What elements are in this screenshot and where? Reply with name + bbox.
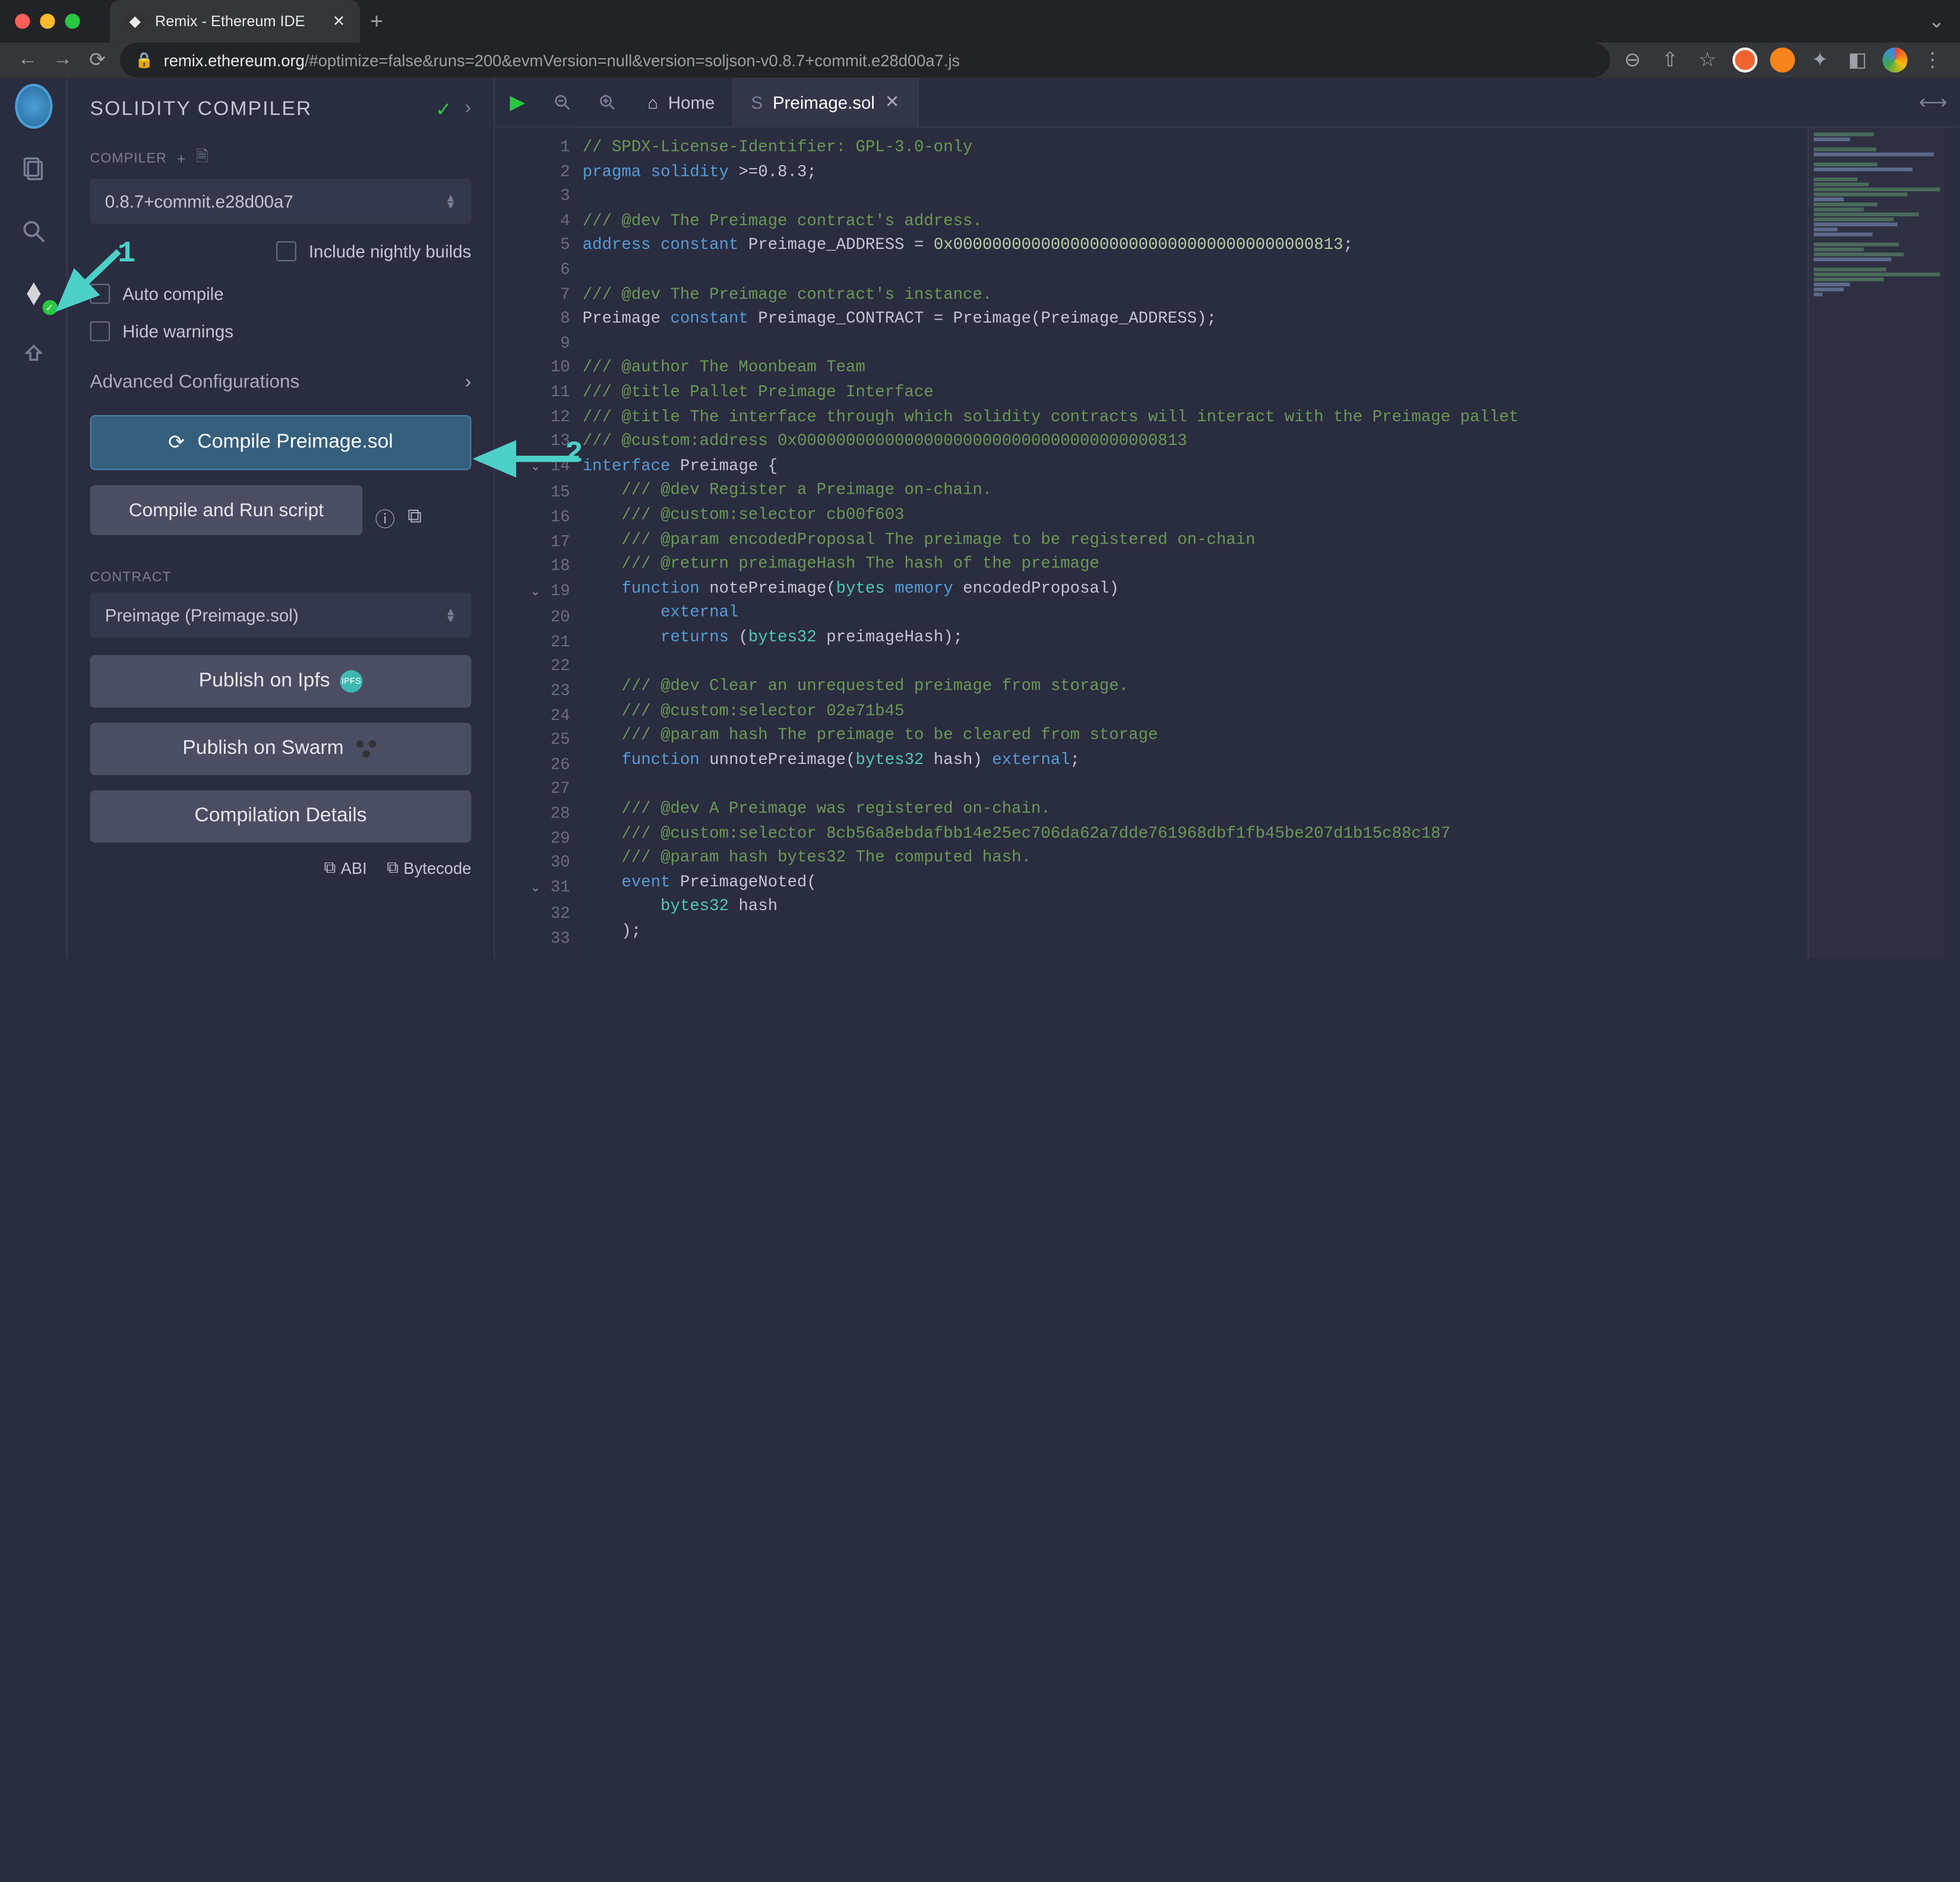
copy-icon: ⧉: [324, 858, 336, 878]
deploy-icon[interactable]: [14, 337, 52, 375]
chevron-right-icon: ›: [465, 371, 472, 393]
close-window-icon[interactable]: [15, 14, 30, 29]
panel-menu-icon[interactable]: ›: [464, 97, 471, 122]
contract-selected-value: Preimage (Preimage.sol): [105, 605, 299, 626]
url-bar[interactable]: 🔒 remix.ethereum.org/#optimize=false&run…: [120, 43, 1610, 78]
refresh-icon: ⟳: [168, 430, 185, 455]
minimize-window-icon[interactable]: [40, 14, 55, 29]
info-icon[interactable]: ⓘ: [375, 503, 395, 533]
new-tab-button[interactable]: +: [370, 8, 383, 34]
zoom-in-icon[interactable]: [585, 80, 630, 125]
tabs-dropdown-icon[interactable]: ⌄: [1929, 9, 1945, 34]
compiler-panel: SOLIDITY COMPILER ✓ › COMPILER + 🗎 0.8.7…: [68, 77, 495, 958]
remix-logo-icon[interactable]: [14, 87, 52, 125]
compilation-details-button[interactable]: Compilation Details: [90, 790, 472, 842]
advanced-configurations-toggle[interactable]: Advanced Configurations ›: [90, 371, 472, 393]
select-caret-icon: ▲▼: [445, 194, 456, 209]
file-explorer-icon[interactable]: [14, 150, 52, 188]
zoom-icon[interactable]: ⊖: [1620, 48, 1645, 72]
solidity-compiler-icon[interactable]: ✓: [14, 275, 52, 312]
code-editor[interactable]: // SPDX-License-Identifier: GPL-3.0-only…: [583, 128, 1808, 959]
editor-area: ▶ ⌂ Home S Preimage.sol ✕ ⟷: [495, 77, 1960, 958]
checkbox-icon: [276, 241, 296, 261]
annotation-marker-2: 2: [565, 438, 583, 472]
compile-success-badge-icon: ✓: [42, 300, 57, 315]
abi-link[interactable]: ⧉ABI: [324, 858, 367, 878]
line-gutter: 1 2 3 4 5 6 7 8 9 10 11 12 13⌄ 14 15 16 …: [495, 128, 582, 959]
close-tab-icon[interactable]: ✕: [885, 91, 900, 113]
include-nightly-checkbox[interactable]: Include nightly builds: [90, 241, 472, 261]
remix-favicon-icon: ◆: [125, 11, 145, 31]
contract-select[interactable]: Preimage (Preimage.sol) ▲▼: [90, 593, 472, 638]
traffic-lights: [15, 14, 80, 29]
add-compiler-icon[interactable]: +: [177, 149, 186, 166]
run-button[interactable]: ▶: [495, 80, 540, 125]
panel-title: SOLIDITY COMPILER: [90, 99, 312, 121]
swarm-icon: [354, 737, 379, 762]
check-icon: ✓: [435, 97, 452, 122]
ipfs-icon: IPFS: [340, 670, 362, 693]
auto-compile-checkbox[interactable]: Auto compile: [90, 284, 472, 304]
home-icon: ⌂: [647, 92, 658, 112]
copy-icon[interactable]: ⧉: [407, 506, 422, 529]
maximize-window-icon[interactable]: [65, 14, 80, 29]
share-icon[interactable]: ⇧: [1658, 48, 1683, 72]
url-host: remix.ethereum.org: [164, 50, 305, 70]
copy-icon: ⧉: [387, 858, 399, 878]
editor-toolbar: ▶ ⌂ Home S Preimage.sol ✕ ⟷: [495, 77, 1960, 127]
compiler-file-icon[interactable]: 🗎: [196, 145, 208, 171]
checkbox-icon: [90, 321, 110, 342]
window-titlebar: ◆ Remix - Ethereum IDE ✕ + ⌄: [0, 0, 1960, 43]
browser-tab[interactable]: ◆ Remix - Ethereum IDE ✕: [110, 0, 360, 43]
compiler-version-value: 0.8.7+commit.e28d00a7: [105, 191, 293, 211]
checkbox-icon: [90, 284, 110, 304]
extension-icon-1[interactable]: [1733, 48, 1757, 72]
reload-button[interactable]: ⟳: [85, 48, 110, 72]
back-button[interactable]: ←: [15, 49, 40, 71]
icon-sidebar: ✓: [0, 77, 68, 958]
contract-label: CONTRACT: [90, 570, 472, 585]
select-caret-icon: ▲▼: [445, 608, 456, 623]
bytecode-link[interactable]: ⧉Bytecode: [387, 858, 471, 878]
minimap[interactable]: [1807, 128, 1945, 959]
navbar-action-icons: ⊖ ⇧ ☆ ✦ ◧ ⋮: [1620, 48, 1945, 72]
lock-icon[interactable]: 🔒: [135, 51, 153, 68]
tab-preimage[interactable]: S Preimage.sol ✕: [734, 77, 918, 127]
close-tab-icon[interactable]: ✕: [333, 12, 345, 30]
publish-swarm-button[interactable]: Publish on Swarm: [90, 722, 472, 775]
browser-navbar: ← → ⟳ 🔒 remix.ethereum.org/#optimize=fal…: [0, 43, 1960, 78]
compiler-label: COMPILER + 🗎: [90, 145, 472, 171]
forward-button[interactable]: →: [50, 49, 75, 71]
browser-tab-title: Remix - Ethereum IDE: [155, 12, 305, 30]
publish-ipfs-button[interactable]: Publish on Ipfs IPFS: [90, 655, 472, 708]
compile-and-run-button[interactable]: Compile and Run script: [90, 485, 363, 535]
hide-warnings-checkbox[interactable]: Hide warnings: [90, 321, 472, 342]
solidity-file-icon: S: [751, 92, 763, 112]
zoom-out-icon[interactable]: [540, 80, 585, 125]
expand-editor-icon[interactable]: ⟷: [1907, 89, 1960, 114]
scrollbar[interactable]: [1945, 128, 1960, 959]
tab-home[interactable]: ⌂ Home: [630, 77, 734, 127]
profile-icon[interactable]: [1883, 48, 1908, 72]
search-icon[interactable]: [14, 213, 52, 250]
compiler-version-select[interactable]: 0.8.7+commit.e28d00a7 ▲▼: [90, 179, 472, 224]
menu-icon[interactable]: ⋮: [1920, 48, 1945, 72]
sidepanel-icon[interactable]: ◧: [1845, 48, 1870, 72]
extensions-icon[interactable]: ✦: [1807, 48, 1832, 72]
metamask-icon[interactable]: [1770, 48, 1795, 72]
compile-button[interactable]: ⟳ Compile Preimage.sol: [90, 415, 472, 470]
bookmark-icon[interactable]: ☆: [1695, 48, 1720, 72]
url-path: /#optimize=false&runs=200&evmVersion=nul…: [305, 50, 960, 70]
annotation-marker-1: 1: [118, 238, 135, 271]
